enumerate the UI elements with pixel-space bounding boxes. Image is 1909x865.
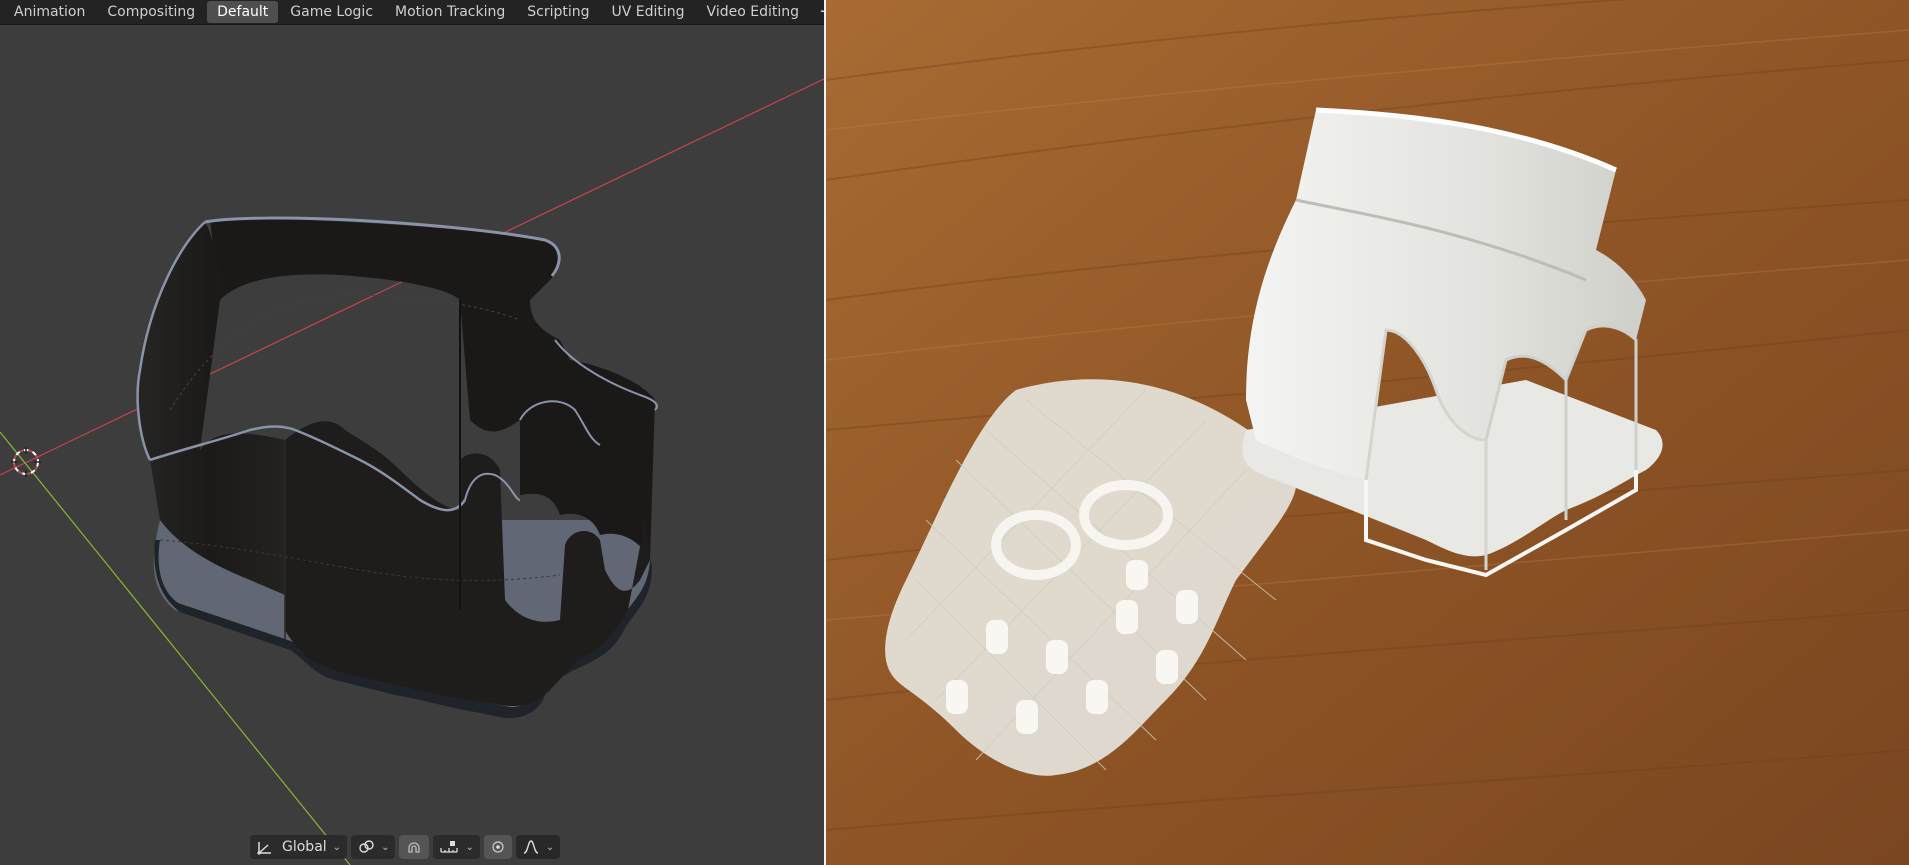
orientation-axes-icon <box>257 842 271 855</box>
tab-uv-editing[interactable]: UV Editing <box>602 1 695 23</box>
tab-compositing[interactable]: Compositing <box>97 1 205 23</box>
3d-viewport[interactable] <box>0 0 826 865</box>
tab-default[interactable]: Default <box>207 1 279 23</box>
falloff-curve-icon <box>523 840 539 854</box>
tab-video-editing[interactable]: Video Editing <box>697 1 809 23</box>
tab-scripting[interactable]: Scripting <box>517 1 599 23</box>
magnet-icon <box>408 842 421 853</box>
snap-increment-icon <box>440 841 459 853</box>
tab-game-logic[interactable]: Game Logic <box>280 1 383 23</box>
snap-target-dropdown[interactable]: ⌄ <box>433 835 480 859</box>
chevron-down-icon: ⌄ <box>465 841 474 853</box>
viewport-header-toolbar: Global ⌄ ⌄ ⌄ ⌄ <box>250 834 561 860</box>
snap-toggle[interactable] <box>399 835 430 859</box>
proportional-edit-toggle[interactable] <box>483 835 512 859</box>
blender-window: Animation Compositing Default Game Logic… <box>0 0 826 865</box>
falloff-dropdown[interactable]: ⌄ <box>515 835 561 859</box>
pivot-icon <box>359 840 374 853</box>
transform-orientation-dropdown[interactable]: Global ⌄ <box>250 835 348 859</box>
pivot-point-dropdown[interactable]: ⌄ <box>351 835 396 859</box>
orientation-value: Global <box>282 839 327 855</box>
proportional-edit-icon <box>492 841 504 853</box>
chevron-down-icon: ⌄ <box>545 841 555 853</box>
photo-illustration <box>826 0 1909 865</box>
tab-motion-tracking[interactable]: Motion Tracking <box>385 1 515 23</box>
chevron-down-icon: ⌄ <box>381 841 390 853</box>
tab-animation[interactable]: Animation <box>4 1 95 23</box>
workspace-tabs-bar: Animation Compositing Default Game Logic… <box>0 0 826 25</box>
photo-3d-printed-cutter <box>826 0 1909 865</box>
chevron-down-icon: ⌄ <box>332 841 342 853</box>
